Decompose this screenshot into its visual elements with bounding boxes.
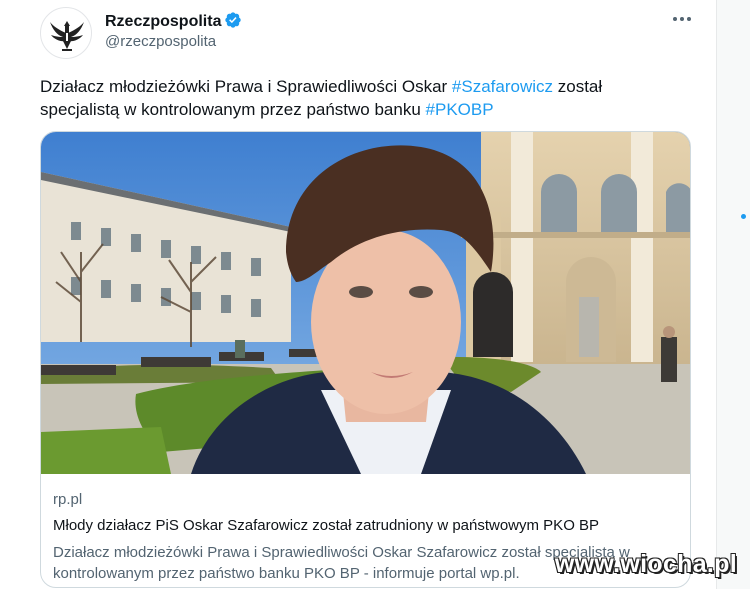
- link-domain[interactable]: rp.pl: [53, 490, 683, 510]
- preview-photo[interactable]: [41, 132, 690, 474]
- right-gutter: [717, 0, 750, 589]
- blue-dot-indicator: [741, 214, 746, 219]
- link-preview-card[interactable]: rp.pl Młody działacz PiS Oskar Szafarowi…: [40, 131, 691, 588]
- hashtag-link[interactable]: #PKOBP: [426, 100, 494, 119]
- hashtag-link[interactable]: #Szafarowicz: [452, 77, 553, 96]
- verified-badge-icon: [225, 12, 242, 28]
- tweet-text-part: Działacz młodzieżówki Prawa i Sprawiedli…: [40, 77, 452, 96]
- handle[interactable]: @rzeczpospolita: [105, 33, 216, 51]
- display-name[interactable]: Rzeczpospolita: [105, 11, 242, 32]
- display-name-text[interactable]: Rzeczpospolita: [105, 13, 221, 30]
- watermark: www.wiocha.pl: [554, 550, 737, 578]
- tweet-card: Rzeczpospolita @rzeczpospolita Działacz …: [0, 0, 717, 589]
- link-title[interactable]: Młody działacz PiS Oskar Szafarowicz zos…: [53, 516, 683, 536]
- portrait-photo-image: [41, 132, 690, 474]
- avatar[interactable]: [40, 7, 92, 59]
- eagle-logo-icon: [50, 21, 84, 51]
- more-options-icon[interactable]: [670, 10, 694, 28]
- tweet-text: Działacz młodzieżówki Prawa i Sprawiedli…: [40, 75, 680, 121]
